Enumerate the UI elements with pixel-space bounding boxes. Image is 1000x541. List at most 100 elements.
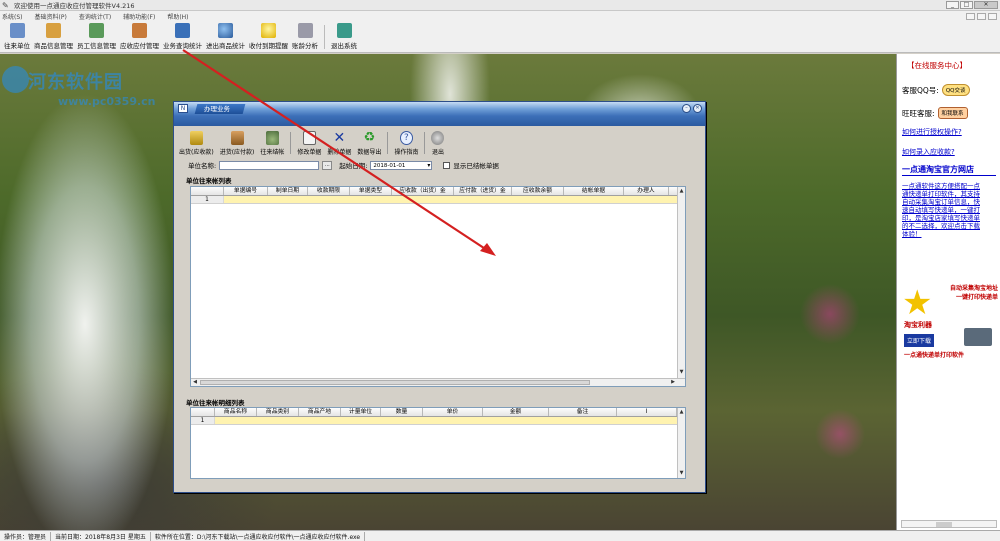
scroll-up-icon[interactable]: ▲ (678, 187, 685, 195)
shop-title-link[interactable]: 一点通淘宝官方网店 (902, 164, 996, 176)
accounts-grid-vscrollbar[interactable]: ▲ ▼ (677, 187, 685, 378)
table-row[interactable]: 1 (191, 417, 685, 425)
column-header[interactable]: 计量单位 (341, 408, 381, 416)
details-grid-header: 商品名称 商品类别 商品产地 计量单位 数量 单价 金额 备注 I (191, 408, 685, 417)
toolbar-partners-button[interactable]: 往来单位 (2, 21, 32, 52)
promo-line: 自动采集淘宝地址 一键打印快递单 (938, 284, 998, 302)
show-settled-label: 显示已结帐单据 (453, 162, 499, 170)
promo-line2: 一键打印快递单 (955, 294, 998, 301)
column-header[interactable]: 制单日期 (268, 187, 308, 195)
minimize-icon[interactable]: _ (946, 1, 959, 9)
accounts-grid-hscrollbar[interactable]: ◀ ▶ (191, 378, 685, 386)
dialog-toolbar: 出货(应收款) 进货(应付款) 往来结帐 修改单据 ✕ 删除单据 ♻ 数据导出 … (176, 128, 447, 156)
column-header[interactable]: 收款期限 (308, 187, 350, 195)
toolbar-stats-button[interactable]: 进出商品统计 (204, 21, 247, 52)
promo-download-button[interactable]: 立即下载 (904, 334, 935, 347)
start-date-picker[interactable]: 2018-01-01 (370, 160, 433, 170)
toolbar-separator (324, 25, 325, 49)
scroll-down-icon[interactable]: ▼ (678, 368, 685, 376)
analysis-icon (297, 23, 313, 38)
toolbar-ledger-button[interactable]: 应收应付管理 (118, 21, 161, 52)
app-icon: ✎ (2, 0, 9, 10)
column-header[interactable]: 办理人 (624, 187, 669, 195)
menu-help[interactable]: 帮助(H) (167, 12, 188, 21)
export-data-button[interactable]: ♻ 数据导出 (354, 131, 384, 157)
close-icon[interactable]: ✕ (974, 1, 998, 9)
settle-accounts-button[interactable]: 往来结帐 (257, 131, 287, 156)
mdi-close-icon[interactable] (988, 12, 997, 20)
toolbar-staff-button[interactable]: 员工信息管理 (75, 21, 118, 52)
accounts-grid-header: 单据编号 制单日期 收款期限 单据类型 应收款（出货）金 应付款（进货）金 应收… (191, 187, 685, 196)
ww-row: 旺旺客服: 和我联系 (902, 107, 968, 119)
dialog-exit-button[interactable]: 退出 (428, 131, 447, 156)
help-link-authorize[interactable]: 如何进行授权操作? (902, 127, 962, 137)
selected-row-cells[interactable] (215, 417, 679, 424)
row-indicator-header (191, 187, 224, 195)
selected-row-cells[interactable] (224, 196, 679, 203)
help-icon: ? (399, 131, 413, 145)
help-link-receivable[interactable]: 如何录入应收款? (902, 147, 955, 157)
title-bar: ✎ 欢迎使用一点通应收应付管理软件V4.216 _ □ ✕ (0, 0, 1000, 11)
edit-document-button[interactable]: 修改单据 (294, 131, 324, 156)
toolbar-aging-button[interactable]: 账龄分析 (290, 21, 320, 52)
column-header[interactable]: 数量 (381, 408, 423, 416)
unit-name-label: 单位名称: (188, 162, 217, 170)
hscroll-thumb[interactable] (200, 380, 590, 385)
menu-query[interactable]: 查询统计(T) (79, 12, 111, 21)
watermark-logo (2, 66, 29, 93)
column-header[interactable]: I (617, 408, 677, 416)
promo-brand: 淘宝利器 (904, 321, 932, 329)
mdi-minimize-icon[interactable] (966, 12, 975, 20)
ship-receivable-button[interactable]: 出货(应收款) (176, 131, 217, 156)
column-header[interactable]: 商品产地 (299, 408, 341, 416)
dialog-title-tab: 办理业务 (194, 104, 246, 114)
unit-name-input[interactable] (219, 160, 320, 170)
accounts-grid[interactable]: 单据编号 制单日期 收款期限 单据类型 应收款（出货）金 应付款（进货）金 应收… (190, 186, 686, 387)
toolbar-query-button[interactable]: 业务查询统计 (161, 21, 204, 52)
dialog-app-icon: N (178, 104, 188, 113)
promo-banner[interactable]: ★ 自动采集淘宝地址 一键打印快递单 淘宝利器 立即下载 一点通快递单打印软件 (900, 280, 998, 360)
column-header[interactable]: 应收款（出货）金 (392, 187, 454, 195)
show-settled-checkbox[interactable] (443, 161, 451, 169)
dialog-close-icon[interactable]: ✕ (693, 104, 702, 113)
details-grid[interactable]: 商品名称 商品类别 商品产地 计量单位 数量 单价 金额 备注 I 1 ▲ ▼ (190, 407, 686, 479)
purchase-payable-button[interactable]: 进货(应付款) (217, 131, 258, 156)
panel-horizontal-scrollbar[interactable] (901, 520, 997, 528)
scroll-thumb[interactable] (936, 522, 952, 527)
delete-document-button[interactable]: ✕ 删除单据 (324, 131, 354, 156)
menu-auxiliary[interactable]: 辅助功能(F) (123, 12, 155, 21)
shop-description-link[interactable]: 一点通软件这方便搭配一点通快递单打印软件，其支持自动采集淘宝订单信息，快速自动填… (902, 182, 986, 238)
column-header[interactable]: 商品类别 (257, 408, 299, 416)
column-header[interactable]: 单价 (423, 408, 483, 416)
scroll-up-icon[interactable]: ▲ (678, 408, 685, 416)
query-icon (175, 23, 190, 38)
column-header[interactable]: 金额 (483, 408, 549, 416)
table-row[interactable]: 1 (191, 196, 685, 204)
ww-contact-button[interactable]: 和我联系 (937, 107, 968, 119)
operation-guide-button[interactable]: ? 操作指南 (391, 131, 421, 156)
unit-browse-button[interactable]: … (322, 160, 333, 170)
details-grid-vscrollbar[interactable]: ▲ ▼ (677, 408, 685, 478)
scroll-down-icon[interactable]: ▼ (678, 469, 685, 477)
column-header[interactable]: 备注 (549, 408, 617, 416)
scroll-left-icon[interactable]: ◀ (191, 379, 199, 386)
column-header[interactable]: 应收款余额 (512, 187, 564, 195)
coins-gold-icon (189, 131, 203, 145)
maximize-icon[interactable]: □ (960, 1, 973, 9)
watermark-url: www.pc0359.cn (58, 95, 156, 108)
menu-basic-data[interactable]: 基础资料(P) (35, 12, 67, 21)
column-header[interactable]: 结帐单据 (564, 187, 624, 195)
qq-chat-button[interactable]: QQ交谈 (941, 84, 970, 96)
toolbar-products-button[interactable]: 商品信息管理 (32, 21, 75, 52)
column-header[interactable]: 应付款（进货）金 (454, 187, 512, 195)
toolbar-exit-button[interactable]: 退出系统 (329, 21, 359, 52)
column-header[interactable]: 单据类型 (350, 187, 392, 195)
toolbar-reminder-button[interactable]: 收付到期提醒 (247, 21, 290, 52)
column-header[interactable]: 单据编号 (224, 187, 268, 195)
column-header[interactable]: 商品名称 (215, 408, 257, 416)
menu-system[interactable]: 系统(S) (2, 12, 23, 21)
tool-label: 往来结帐 (260, 149, 285, 156)
scroll-right-icon[interactable]: ▶ (669, 379, 677, 386)
mdi-restore-icon[interactable] (977, 12, 986, 20)
dialog-minimize-icon[interactable]: – (682, 104, 691, 113)
